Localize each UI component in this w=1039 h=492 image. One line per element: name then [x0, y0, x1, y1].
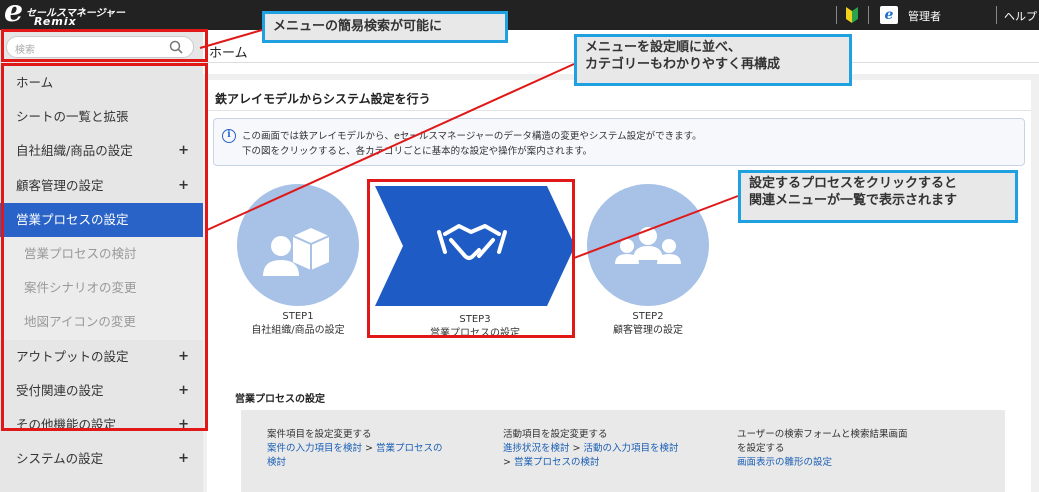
step2-circle[interactable]: [587, 184, 709, 306]
info-icon: i: [222, 129, 236, 143]
step-separator: >: [503, 457, 511, 468]
info-text-line: 下の図をクリックすると、各カテゴリごとに基本的な設定や操作が案内されます。: [242, 146, 593, 157]
highlight-menu: [1, 63, 208, 431]
logo-line2: Remix: [34, 15, 77, 28]
admin-user-label[interactable]: 管理者: [908, 8, 941, 24]
info-box: i この画面では鉄アレイモデルから、eセールスマネージャーのデータ構造の変更やシ…: [213, 118, 1025, 166]
callout-text-line: 設定するプロセスをクリックすると: [749, 176, 958, 191]
related-menu-box: 案件項目を設定変更する 案件の入力項目を検討 > 営業プロセスの 検討 活動項目…: [241, 410, 1005, 492]
callout-text: メニューの簡易検索が可能に: [273, 19, 443, 34]
model-panel: 鉄アレイモデルからシステム設定を行う i この画面では鉄アレイモデルから、eセー…: [207, 80, 1031, 492]
step2-name[interactable]: 顧客管理の設定: [568, 324, 728, 338]
link-activity-fields[interactable]: 活動の入力項目を検討: [584, 443, 679, 454]
step-separator: >: [365, 443, 374, 454]
help-link[interactable]: ヘルプ: [1004, 8, 1037, 24]
related-column-search-form: ユーザーの検索フォームと検索結果画面 を設定する 画面表示の雛形の設定: [737, 428, 908, 470]
page-title: ホーム: [209, 46, 248, 61]
divider: [207, 110, 1031, 111]
link-screen-template[interactable]: 画面表示の雛形の設定: [737, 456, 908, 470]
customers-group-icon: [615, 227, 681, 264]
link-progress-status[interactable]: 進捗状況を検討: [503, 443, 570, 454]
callout-process-click: 設定するプロセスをクリックすると 関連メニューが一覧で表示されます: [738, 170, 1018, 223]
related-column-deal: 案件項目を設定変更する 案件の入力項目を検討 > 営業プロセスの 検討: [267, 428, 443, 470]
divider: [868, 6, 869, 24]
logo-e-mark: e: [4, 0, 24, 29]
callout-text-line: カテゴリーもわかりやすく再構成: [585, 57, 781, 72]
related-column-activity: 活動項目を設定変更する 進捗状況を検討 > 活動の入力項目を検討 > 営業プロセ…: [503, 428, 679, 470]
link-sales-process-review-cont[interactable]: 検討: [267, 456, 443, 470]
divider: [996, 6, 997, 24]
section-title: 営業プロセスの設定: [235, 394, 325, 405]
info-text-line: この画面では鉄アレイモデルから、eセールスマネージャーのデータ構造の変更やシステ…: [242, 131, 702, 142]
beginner-mark-icon[interactable]: [845, 6, 859, 24]
link-deal-fields[interactable]: 案件の入力項目を検討: [267, 443, 362, 454]
callout-text-line: 関連メニューが一覧で表示されます: [749, 193, 958, 208]
column-heading: 案件項目を設定変更する: [267, 429, 372, 440]
main-area: ホーム 鉄アレイモデルからシステム設定を行う i この画面では鉄アレイモデルから…: [203, 30, 1039, 492]
sidebar-item-label: システムの設定: [16, 451, 104, 467]
callout-menu-order: メニューを設定順に並べ、 カテゴリーもわかりやすく再構成: [574, 34, 852, 86]
callout-search: メニューの簡易検索が可能に: [262, 11, 508, 43]
package-user-icon: [263, 228, 330, 276]
step-separator: >: [572, 443, 581, 454]
link-sales-process-review[interactable]: 営業プロセスの: [376, 443, 443, 454]
callout-text-line: メニューを設定順に並べ、: [585, 40, 742, 55]
highlight-step3: [367, 179, 575, 338]
step2-number[interactable]: STEP2: [568, 310, 728, 324]
panel-title: 鉄アレイモデルからシステム設定を行う: [215, 92, 431, 106]
expand-icon[interactable]: +: [178, 442, 189, 476]
divider: [836, 6, 837, 24]
column-heading: 活動項目を設定変更する: [503, 429, 608, 440]
admin-avatar-icon[interactable]: e: [880, 6, 898, 24]
highlight-search: [1, 29, 208, 62]
sidebar-item-system[interactable]: システムの設定 +: [0, 442, 203, 476]
link-sales-process-review[interactable]: 営業プロセスの検討: [514, 457, 600, 468]
column-heading: ユーザーの検索フォームと検索結果画面: [737, 429, 908, 440]
step1-number[interactable]: STEP1: [218, 310, 378, 324]
step1-circle[interactable]: [237, 184, 359, 306]
column-heading-cont: を設定する: [737, 443, 785, 454]
app-logo[interactable]: e セールスマネージャー Remix: [4, 0, 144, 29]
step1-name[interactable]: 自社組織/商品の設定: [218, 324, 378, 338]
top-bar: e セールスマネージャー Remix e 管理者 ヘルプ: [0, 0, 1039, 30]
content-area: 鉄アレイモデルからシステム設定を行う i この画面では鉄アレイモデルから、eセー…: [203, 74, 1039, 492]
